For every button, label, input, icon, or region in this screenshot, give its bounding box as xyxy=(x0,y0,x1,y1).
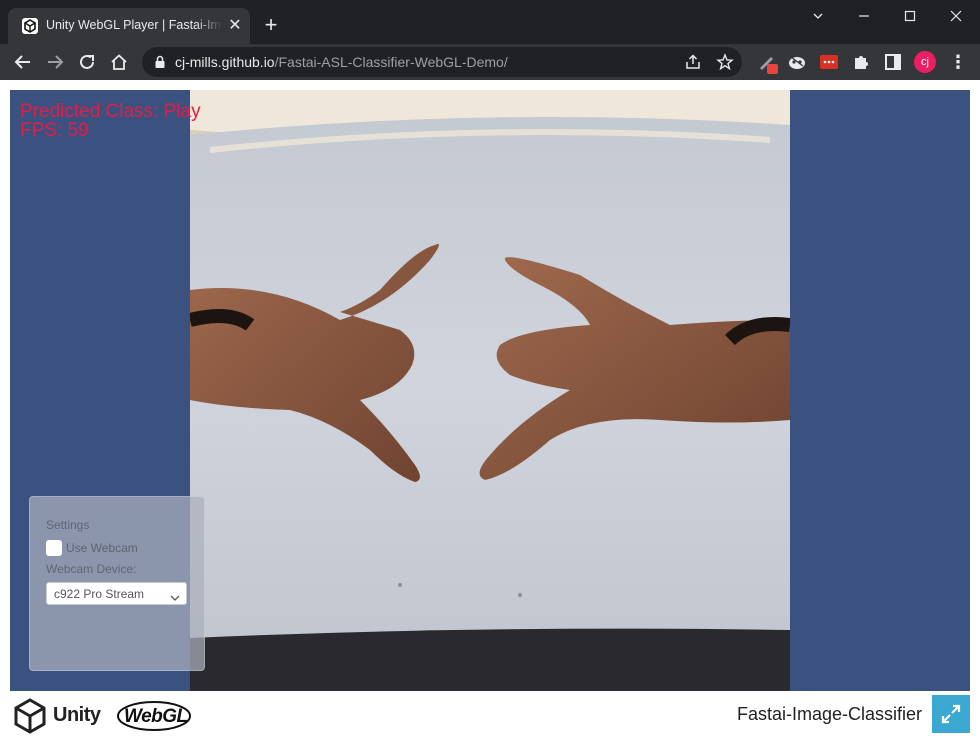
unity-logo-icon xyxy=(14,698,46,739)
fullscreen-button[interactable] xyxy=(932,695,970,733)
webcam-video-feed xyxy=(190,90,790,691)
webgl-wordmark: WebGL xyxy=(124,706,188,727)
tab-search-chevron-icon[interactable] xyxy=(795,0,841,32)
close-window-button[interactable] xyxy=(933,0,979,32)
settings-title: Settings xyxy=(46,518,90,532)
face-extension-icon[interactable] xyxy=(787,52,807,72)
browser-tab[interactable]: Unity WebGL Player | Fastai-Image-Classi… xyxy=(8,8,250,44)
chevron-down-icon xyxy=(170,589,180,607)
home-button[interactable] xyxy=(105,48,133,76)
maximize-button[interactable] xyxy=(887,0,933,32)
unity-favicon-icon xyxy=(22,18,38,34)
address-bar[interactable]: cj-mills.github.io/Fastai-ASL-Classifier… xyxy=(142,47,742,77)
settings-panel: Settings Use Webcam Webcam Device: c922 … xyxy=(29,496,205,671)
unity-wordmark: Unity xyxy=(53,704,101,726)
use-webcam-checkbox[interactable] xyxy=(46,540,62,556)
url-text: cj-mills.github.io/Fastai-ASL-Classifier… xyxy=(175,54,508,70)
back-button[interactable] xyxy=(9,48,37,76)
lock-icon xyxy=(154,55,166,74)
minimize-button[interactable] xyxy=(841,0,887,32)
pen-extension-icon[interactable] xyxy=(757,52,778,74)
browser-toolbar: cj-mills.github.io/Fastai-ASL-Classifier… xyxy=(0,44,980,80)
red-extension-icon[interactable] xyxy=(819,52,839,72)
new-tab-button[interactable]: + xyxy=(260,14,282,36)
webcam-device-value: c922 Pro Stream xyxy=(54,587,145,601)
web-page: Predicted Class: Play FPS: 59 Settings U… xyxy=(0,80,980,745)
browser-title-bar: Unity WebGL Player | Fastai-Image-Classi… xyxy=(0,0,980,44)
tab-title: Unity WebGL Player | Fastai-Image-Classi… xyxy=(46,18,222,32)
webcam-device-label: Webcam Device: xyxy=(46,562,137,576)
webcam-device-dropdown[interactable]: c922 Pro Stream xyxy=(46,582,187,605)
reload-button[interactable] xyxy=(73,48,101,76)
expand-icon xyxy=(941,704,961,724)
unity-footer: Unity WebGL Fastai-Image-Classifier xyxy=(0,691,980,745)
build-title: Fastai-Image-Classifier xyxy=(736,704,922,724)
extensions-puzzle-icon[interactable] xyxy=(851,52,871,72)
webgl-logo: WebGL xyxy=(116,700,192,732)
side-panel-icon[interactable] xyxy=(883,52,903,72)
tab-close-icon[interactable]: ✕ xyxy=(226,17,244,35)
profile-avatar[interactable]: cj xyxy=(914,51,936,73)
unity-canvas[interactable]: Predicted Class: Play FPS: 59 Settings U… xyxy=(10,90,970,691)
forward-button[interactable] xyxy=(41,48,69,76)
fps-label: FPS: 59 xyxy=(20,120,89,141)
browser-menu-icon[interactable]: ⋮ xyxy=(948,52,968,72)
use-webcam-label: Use Webcam xyxy=(66,541,138,555)
share-icon[interactable] xyxy=(684,53,702,76)
bookmark-star-icon[interactable] xyxy=(716,53,734,76)
hands-image xyxy=(190,90,790,691)
